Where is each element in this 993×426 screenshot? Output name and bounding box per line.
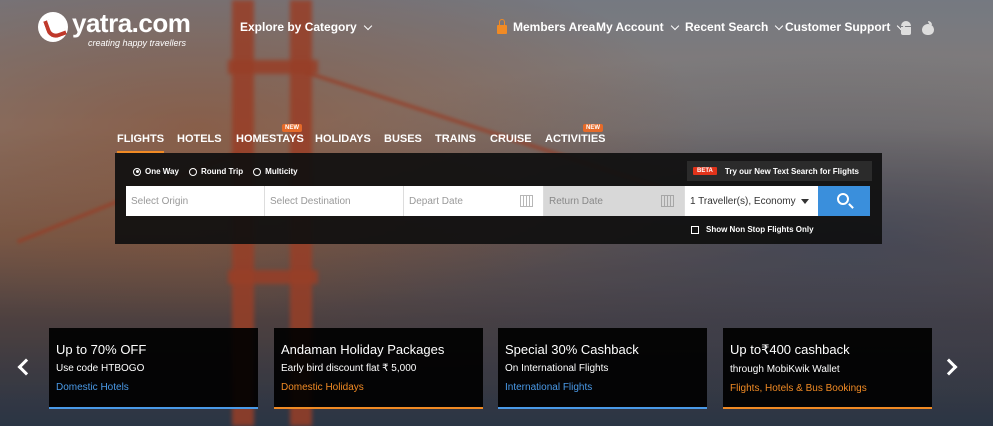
explore-category-menu[interactable]: Explore by Category xyxy=(240,20,372,34)
depart-placeholder: Depart Date xyxy=(409,195,463,207)
offer-subtitle: Use code HTBOGO xyxy=(56,363,145,374)
radio-one-way[interactable]: One Way xyxy=(133,167,179,176)
offer-card[interactable]: Up to₹400 cashback through MobiKwik Wall… xyxy=(723,328,932,409)
destination-input[interactable]: Select Destination xyxy=(265,186,404,216)
yatra-logo-icon xyxy=(38,12,68,42)
chevron-down-icon xyxy=(670,21,679,30)
chevron-down-icon xyxy=(363,21,372,30)
android-icon[interactable] xyxy=(900,21,912,35)
tab-activities-label: ACTIVITIES xyxy=(545,133,606,145)
recent-search-menu[interactable]: Recent Search xyxy=(685,20,784,34)
members-label: Members Area xyxy=(513,20,596,34)
checkbox-icon xyxy=(691,225,699,234)
caret-down-icon xyxy=(801,199,809,204)
beta-badge: BETA xyxy=(693,167,717,175)
tab-trains[interactable]: TRAINS xyxy=(435,133,476,145)
search-button[interactable] xyxy=(818,186,870,216)
radio-icon xyxy=(253,167,262,176)
radio-label: Multicity xyxy=(265,167,298,176)
logo-text: yatra.com xyxy=(72,8,191,38)
depart-date-input[interactable]: Depart Date xyxy=(404,186,544,216)
chevron-down-icon xyxy=(775,21,784,30)
tab-cruise[interactable]: CRUISE xyxy=(490,133,532,145)
trip-type-selector: One Way Round Trip Multicity xyxy=(133,167,308,176)
recent-label: Recent Search xyxy=(685,20,769,34)
offer-title: Special 30% Cashback xyxy=(505,342,639,357)
tab-holidays[interactable]: HOLIDAYS xyxy=(315,133,371,145)
search-icon xyxy=(837,193,849,205)
offer-category: Flights, Hotels & Bus Bookings xyxy=(730,383,867,394)
offer-title: Andaman Holiday Packages xyxy=(281,342,445,357)
new-badge: NEW xyxy=(583,124,603,132)
radio-round-trip[interactable]: Round Trip xyxy=(188,167,244,176)
radio-multicity[interactable]: Multicity xyxy=(253,167,298,176)
tab-homestays-label: HOMESTAYS xyxy=(236,133,304,145)
tab-flights[interactable]: FLIGHTS xyxy=(117,133,165,153)
tab-homestays[interactable]: HOMESTAYS NEW xyxy=(236,124,304,145)
text-search-promo[interactable]: BETA Try our New Text Search for Flights xyxy=(687,161,872,181)
tab-activities[interactable]: ACTIVITIES NEW xyxy=(545,124,606,145)
members-area-link[interactable]: Members Area xyxy=(497,18,596,34)
radio-selected-icon xyxy=(133,167,141,176)
offer-accent-bar xyxy=(723,407,932,409)
yatra-logo[interactable]: yatra.com creating happy travellers xyxy=(38,8,191,48)
radio-label: Round Trip xyxy=(200,167,244,176)
calendar-icon xyxy=(520,195,533,207)
destination-placeholder: Select Destination xyxy=(270,195,351,207)
account-label: My Account xyxy=(596,20,664,34)
tab-hotels[interactable]: HOTELS xyxy=(177,133,222,145)
offer-subtitle: On International Flights xyxy=(505,363,609,374)
new-badge: NEW xyxy=(282,124,302,132)
radio-label: One Way xyxy=(145,167,179,176)
offer-card[interactable]: Up to 70% OFF Use code HTBOGO Domestic H… xyxy=(49,328,258,409)
origin-placeholder: Select Origin xyxy=(131,195,189,207)
offer-accent-bar xyxy=(49,407,258,409)
apple-icon[interactable] xyxy=(922,21,934,35)
offer-category: International Flights xyxy=(505,382,593,393)
lock-icon xyxy=(497,18,507,34)
customer-support-menu[interactable]: Customer Support xyxy=(785,20,906,34)
tab-buses[interactable]: BUSES xyxy=(384,133,422,145)
offer-category: Domestic Hotels xyxy=(56,382,129,393)
nonstop-label: Show Non Stop Flights Only xyxy=(706,225,814,234)
my-account-menu[interactable]: My Account xyxy=(596,20,679,34)
offer-accent-bar xyxy=(274,407,483,409)
offer-card[interactable]: Andaman Holiday Packages Early bird disc… xyxy=(274,328,483,409)
return-placeholder: Return Date xyxy=(549,195,603,207)
radio-icon xyxy=(188,167,197,176)
return-date-input[interactable]: Return Date xyxy=(544,186,685,216)
origin-input[interactable]: Select Origin xyxy=(126,186,265,216)
offer-card[interactable]: Special 30% Cashback On International Fl… xyxy=(498,328,707,409)
offer-subtitle: through MobiKwik Wallet xyxy=(730,364,840,375)
calendar-icon xyxy=(661,195,674,207)
explore-label: Explore by Category xyxy=(240,20,357,34)
offer-category: Domestic Holidays xyxy=(281,382,364,393)
top-header: yatra.com creating happy travellers Expl… xyxy=(0,0,993,56)
offer-accent-bar xyxy=(498,407,707,409)
traveller-value: 1 Traveller(s), Economy xyxy=(690,195,796,207)
beta-text: Try our New Text Search for Flights xyxy=(724,166,859,176)
offer-title: Up to₹400 cashback xyxy=(730,342,850,357)
traveller-class-select[interactable]: 1 Traveller(s), Economy xyxy=(685,186,818,216)
nonstop-checkbox[interactable]: Show Non Stop Flights Only xyxy=(691,225,814,234)
support-label: Customer Support xyxy=(785,20,891,34)
offer-subtitle: Early bird discount flat ₹ 5,000 xyxy=(281,363,417,374)
logo-tagline: creating happy travellers xyxy=(88,38,187,48)
flight-search-panel: One Way Round Trip Multicity BETA Try ou… xyxy=(115,153,882,244)
offer-title: Up to 70% OFF xyxy=(56,342,147,357)
